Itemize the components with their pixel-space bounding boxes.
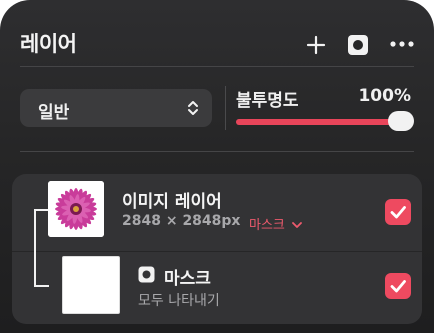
mask-layer-subtitle: 모두 나타내기	[138, 293, 220, 309]
opacity-label: 불투명도	[236, 91, 299, 111]
mask-visibility-checkbox[interactable]	[385, 273, 411, 299]
checkmark-icon	[390, 206, 406, 219]
header-divider	[20, 66, 414, 67]
chevron-up-down-icon	[188, 101, 198, 115]
layer-name: 이미지 레이어	[122, 192, 222, 212]
opacity-slider-track[interactable]	[236, 119, 406, 125]
panel-title: 레이어	[20, 32, 77, 56]
layer-visibility-checkbox[interactable]	[385, 199, 411, 225]
plus-icon[interactable]	[305, 34, 327, 56]
mask-icon[interactable]	[347, 34, 369, 56]
image-layer-thumbnail[interactable]	[48, 181, 104, 237]
flower-image	[48, 181, 104, 237]
row-divider	[12, 251, 422, 252]
layer-connector	[34, 209, 49, 287]
control-separator	[225, 86, 226, 130]
layer-dimensions: 2848 × 2848px	[122, 213, 241, 229]
blend-mode-value: 일반	[38, 103, 70, 123]
section-divider	[20, 151, 414, 152]
mask-layer-name: 마스크	[164, 269, 211, 289]
layers-panel: 레이어 일반 불투명도 100% 이미지 레이어 2848 × 2848px 마…	[0, 0, 434, 333]
blend-mode-dropdown[interactable]: 일반	[20, 89, 212, 127]
opacity-slider-fill	[236, 119, 406, 125]
more-icon[interactable]	[389, 38, 415, 50]
mask-icon	[138, 266, 155, 283]
opacity-slider-knob[interactable]	[388, 111, 414, 131]
mask-thumbnail[interactable]	[62, 256, 120, 314]
mask-menu-label: 마스크	[249, 218, 285, 233]
chevron-down-icon	[292, 222, 302, 228]
opacity-value: 100%	[358, 86, 411, 106]
checkmark-icon	[390, 280, 406, 293]
mask-menu[interactable]: 마스크	[249, 214, 302, 233]
